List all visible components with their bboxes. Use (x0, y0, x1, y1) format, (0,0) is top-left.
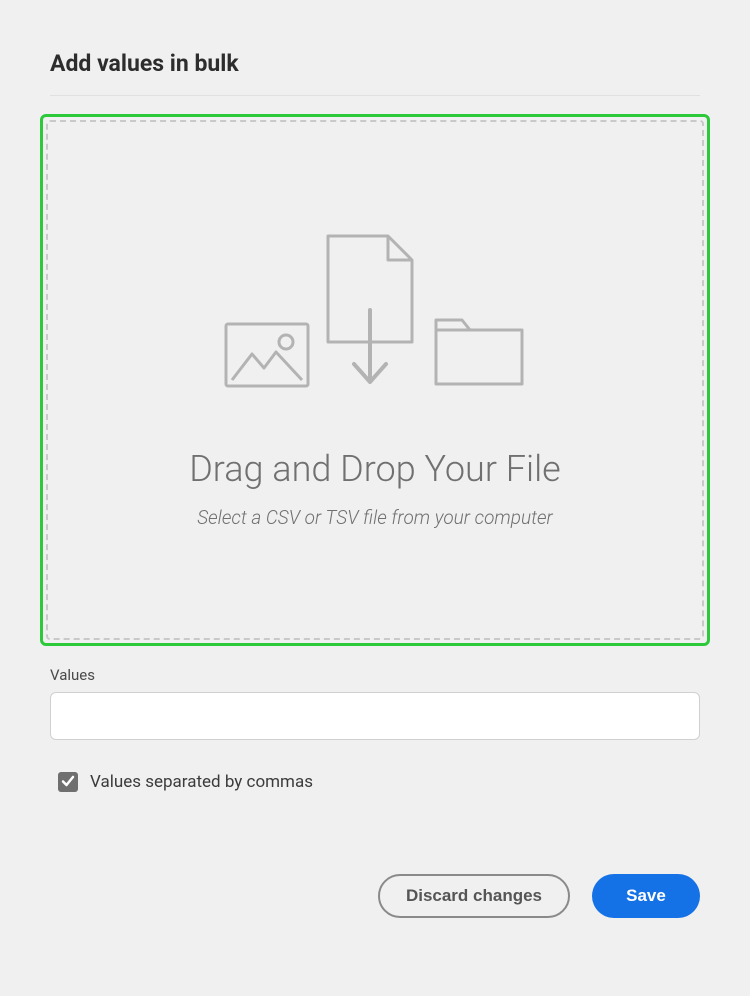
comma-separated-label: Values separated by commas (90, 772, 313, 792)
buttons-row: Discard changes Save (50, 874, 700, 918)
save-button[interactable]: Save (592, 874, 700, 918)
dropzone-icons-group (224, 232, 526, 388)
page-title: Add values in bulk (50, 50, 700, 77)
check-icon (61, 773, 75, 792)
comma-separated-checkbox[interactable] (58, 772, 78, 792)
divider (50, 95, 700, 96)
values-section: Values (50, 666, 700, 740)
file-dropzone[interactable]: Drag and Drop Your File Select a CSV or … (46, 120, 704, 640)
values-label: Values (50, 666, 700, 684)
values-input[interactable] (50, 692, 700, 740)
image-icon (224, 322, 310, 388)
dropzone-heading: Drag and Drop Your File (189, 448, 561, 490)
comma-separated-checkbox-row[interactable]: Values separated by commas (50, 772, 700, 792)
discard-button[interactable]: Discard changes (378, 874, 570, 918)
dropzone-highlight: Drag and Drop Your File Select a CSV or … (40, 114, 710, 646)
folder-icon (432, 316, 526, 388)
dropzone-subtitle: Select a CSV or TSV file from your compu… (197, 506, 553, 529)
file-download-icon (324, 232, 418, 388)
